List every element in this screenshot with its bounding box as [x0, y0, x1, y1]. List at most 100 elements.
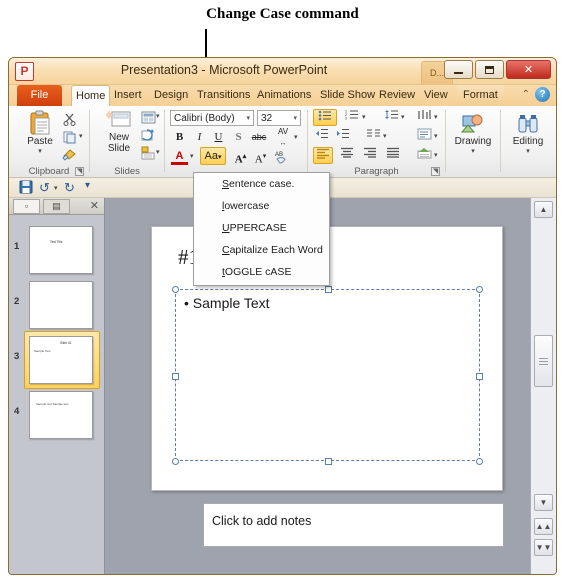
align-right-button[interactable]: [361, 147, 378, 164]
content-placeholder[interactable]: • Sample Text: [172, 286, 483, 465]
smartart-chevron-down-icon[interactable]: ▾: [434, 151, 438, 159]
columns-button[interactable]: [363, 128, 383, 145]
section-icon[interactable]: [141, 146, 156, 160]
align-text-chevron-down-icon[interactable]: ▾: [434, 132, 438, 140]
change-case-button[interactable]: Aa▾: [200, 147, 226, 165]
handle-bottom-left[interactable]: [172, 458, 179, 465]
character-spacing-button[interactable]: AV ↔: [273, 126, 293, 147]
customize-qat-icon[interactable]: ▾: [85, 180, 90, 191]
close-pane-icon[interactable]: ✕: [90, 199, 99, 212]
shrink-font-button[interactable]: A▾: [252, 148, 269, 166]
editing-button[interactable]: Editing ▾: [508, 112, 548, 155]
smartart-button[interactable]: [414, 147, 434, 164]
handle-top-right[interactable]: [476, 286, 483, 293]
undo-chevron-down-icon[interactable]: ▾: [54, 184, 58, 192]
handle-middle-right[interactable]: [476, 373, 483, 380]
reset-icon[interactable]: [141, 129, 156, 142]
tab-insert[interactable]: Insert: [110, 85, 146, 106]
font-color-button[interactable]: A: [171, 148, 188, 165]
underline-button[interactable]: U: [210, 129, 227, 146]
character-spacing-chevron-down-icon[interactable]: ▾: [294, 133, 298, 141]
line-spacing-button[interactable]: [381, 109, 401, 126]
scroll-up-button[interactable]: ▲: [534, 201, 553, 218]
align-text-button[interactable]: [414, 128, 434, 145]
close-button[interactable]: ✕: [506, 60, 551, 79]
numbering-chevron-down-icon[interactable]: ▾: [362, 113, 366, 121]
handle-bottom-right[interactable]: [476, 458, 483, 465]
new-slide-button[interactable]: New Slide: [99, 110, 139, 154]
tab-animations[interactable]: Animations: [253, 85, 315, 106]
tab-format[interactable]: Format: [457, 85, 504, 106]
paste-button[interactable]: Paste ▾: [21, 110, 59, 155]
slide-thumbnail-4[interactable]: Sample text Sample text: [29, 391, 93, 439]
increase-indent-button[interactable]: [334, 128, 351, 145]
align-left-button[interactable]: [313, 147, 333, 164]
format-painter-icon[interactable]: [62, 147, 78, 161]
next-slide-button[interactable]: ▼▼: [534, 539, 553, 556]
text-direction-chevron-down-icon[interactable]: ▾: [434, 113, 438, 121]
menu-item-lowercase[interactable]: lowercase: [194, 195, 329, 217]
layout-chevron-down-icon[interactable]: ▾: [156, 112, 160, 120]
strikethrough-button[interactable]: abc: [248, 129, 270, 146]
italic-button[interactable]: I: [191, 129, 208, 146]
clear-formatting-icon[interactable]: AB: [274, 149, 290, 164]
notes-pane[interactable]: Click to add notes: [203, 503, 504, 547]
undo-icon[interactable]: ↺: [39, 180, 50, 196]
copy-icon[interactable]: [63, 131, 77, 144]
grow-font-button[interactable]: A▴: [232, 148, 249, 166]
bullets-button[interactable]: [313, 109, 337, 126]
menu-item-sentence-case[interactable]: Sentence case.: [194, 173, 329, 195]
help-icon[interactable]: ?: [535, 87, 550, 102]
text-direction-button[interactable]: [414, 109, 434, 126]
decrease-indent-button[interactable]: [313, 128, 330, 145]
handle-bottom-center[interactable]: [325, 458, 332, 465]
clipboard-dialog-launcher[interactable]: ◥: [75, 167, 84, 176]
line-spacing-chevron-down-icon[interactable]: ▾: [401, 113, 405, 121]
tab-review[interactable]: Review: [375, 85, 419, 106]
bold-button[interactable]: B: [171, 129, 188, 146]
handle-middle-left[interactable]: [172, 373, 179, 380]
previous-slide-button[interactable]: ▲▲: [534, 518, 553, 535]
handle-top-center[interactable]: [325, 286, 332, 293]
tab-design[interactable]: Design: [150, 85, 192, 106]
minimize-button[interactable]: [444, 60, 473, 79]
maximize-button[interactable]: [475, 60, 504, 79]
menu-item-capitalize-each-word[interactable]: Capitalize Each Word: [194, 239, 329, 261]
drawing-chevron-down-icon[interactable]: ▾: [453, 147, 493, 155]
paste-chevron-down-icon[interactable]: ▾: [21, 147, 59, 155]
numbering-button[interactable]: 1 2 3: [342, 109, 362, 126]
save-icon[interactable]: [19, 180, 33, 194]
paragraph-dialog-launcher[interactable]: ◥: [431, 167, 440, 176]
copy-chevron-down-icon[interactable]: ▾: [79, 132, 83, 140]
outline-tab-icon[interactable]: ▤: [43, 199, 70, 214]
slide-thumbnail-2[interactable]: [29, 281, 93, 329]
slide-thumbnail-3[interactable]: Slide #1 Sample Text: [29, 336, 93, 384]
slides-tab-icon[interactable]: ▫: [13, 199, 40, 214]
columns-chevron-down-icon[interactable]: ▾: [383, 132, 387, 140]
drawing-button[interactable]: Drawing ▾: [453, 112, 493, 155]
font-name-chevron-down-icon[interactable]: ▾: [246, 111, 250, 126]
tab-slide-show[interactable]: Slide Show: [316, 85, 379, 106]
handle-top-left[interactable]: [172, 286, 179, 293]
tab-file[interactable]: File: [17, 85, 62, 106]
editing-chevron-down-icon[interactable]: ▾: [508, 147, 548, 155]
text-shadow-button[interactable]: S: [230, 129, 247, 146]
tab-transitions[interactable]: Transitions: [193, 85, 254, 106]
align-center-button[interactable]: [338, 147, 355, 164]
font-name-box[interactable]: Calibri (Body) ▾: [170, 110, 254, 126]
section-chevron-down-icon[interactable]: ▾: [156, 148, 160, 156]
layout-icon[interactable]: [141, 111, 156, 124]
slide-thumbnail-1[interactable]: Test Title: [29, 226, 93, 274]
menu-item-uppercase[interactable]: UPPERCASE: [194, 217, 329, 239]
tab-home[interactable]: Home: [71, 85, 111, 106]
justify-button[interactable]: [384, 147, 401, 164]
tab-view[interactable]: View: [420, 85, 452, 106]
vertical-scrollbar[interactable]: ▲ ▼ ▲▲ ▼▼: [530, 198, 556, 574]
redo-icon[interactable]: ↻: [64, 180, 75, 196]
font-color-chevron-down-icon[interactable]: ▾: [190, 152, 194, 160]
font-size-chevron-down-icon[interactable]: ▾: [293, 111, 297, 126]
cut-scissors-icon[interactable]: [63, 112, 77, 126]
scroll-down-button[interactable]: ▼: [534, 494, 553, 511]
collapse-ribbon-icon[interactable]: ⌃: [522, 89, 530, 100]
menu-item-toggle-case[interactable]: tOGGLE cASE: [194, 261, 329, 283]
